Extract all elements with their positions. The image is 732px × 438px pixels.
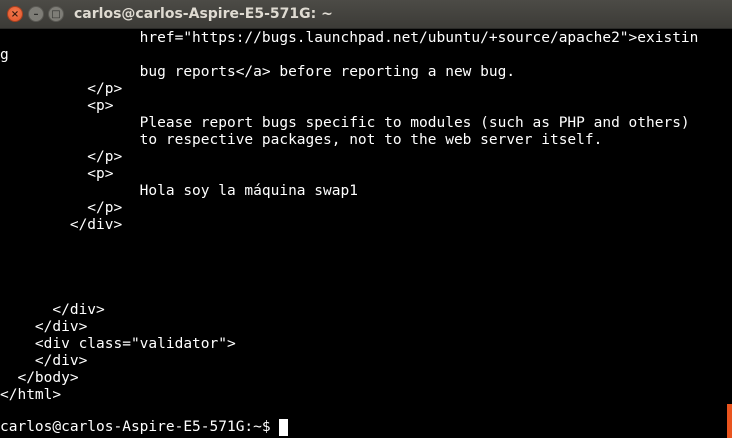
terminal-window: × – □ carlos@carlos-Aspire-E5-571G: ~ hr… [0,0,732,438]
terminal-line: Hola soy la máquina swap1 [0,183,358,199]
terminal-line: </div> [0,353,88,369]
prompt-text: carlos@carlos-Aspire-E5-571G:~$ [0,419,280,435]
terminal-line: </html> [0,387,62,403]
close-button[interactable]: × [7,6,23,22]
terminal-line: </div> [0,302,105,318]
scrollbar-thumb[interactable] [727,404,732,438]
text-cursor [279,419,289,436]
terminal-line: Please report bugs specific to modules (… [0,115,690,131]
terminal-line: </div> [0,217,123,233]
minimize-button[interactable]: – [28,6,44,22]
title-bar[interactable]: × – □ carlos@carlos-Aspire-E5-571G: ~ [0,0,732,29]
terminal-output[interactable]: href="https://bugs.launchpad.net/ubuntu/… [0,29,732,438]
terminal-line: <p> [0,166,114,182]
terminal-line: href="https://bugs.launchpad.net/ubuntu/… [0,30,699,46]
terminal-line: <div class="validator"> [0,336,236,352]
close-icon: × [10,9,20,20]
maximize-icon: □ [51,9,61,20]
terminal-line: to respective packages, not to the web s… [0,132,603,148]
terminal-line: </div> [0,319,88,335]
terminal-line: </p> [0,200,123,216]
terminal-line: <p> [0,98,114,114]
window-title: carlos@carlos-Aspire-E5-571G: ~ [74,6,333,22]
terminal-line: </p> [0,149,123,165]
terminal-line: g [0,47,9,63]
terminal-line: bug reports</a> before reporting a new b… [0,64,516,80]
command-prompt[interactable]: carlos@carlos-Aspire-E5-571G:~$ [0,419,289,436]
terminal-line: </p> [0,81,123,97]
maximize-button[interactable]: □ [48,6,64,22]
terminal-line: </body> [0,370,79,386]
minimize-icon: – [33,9,39,20]
